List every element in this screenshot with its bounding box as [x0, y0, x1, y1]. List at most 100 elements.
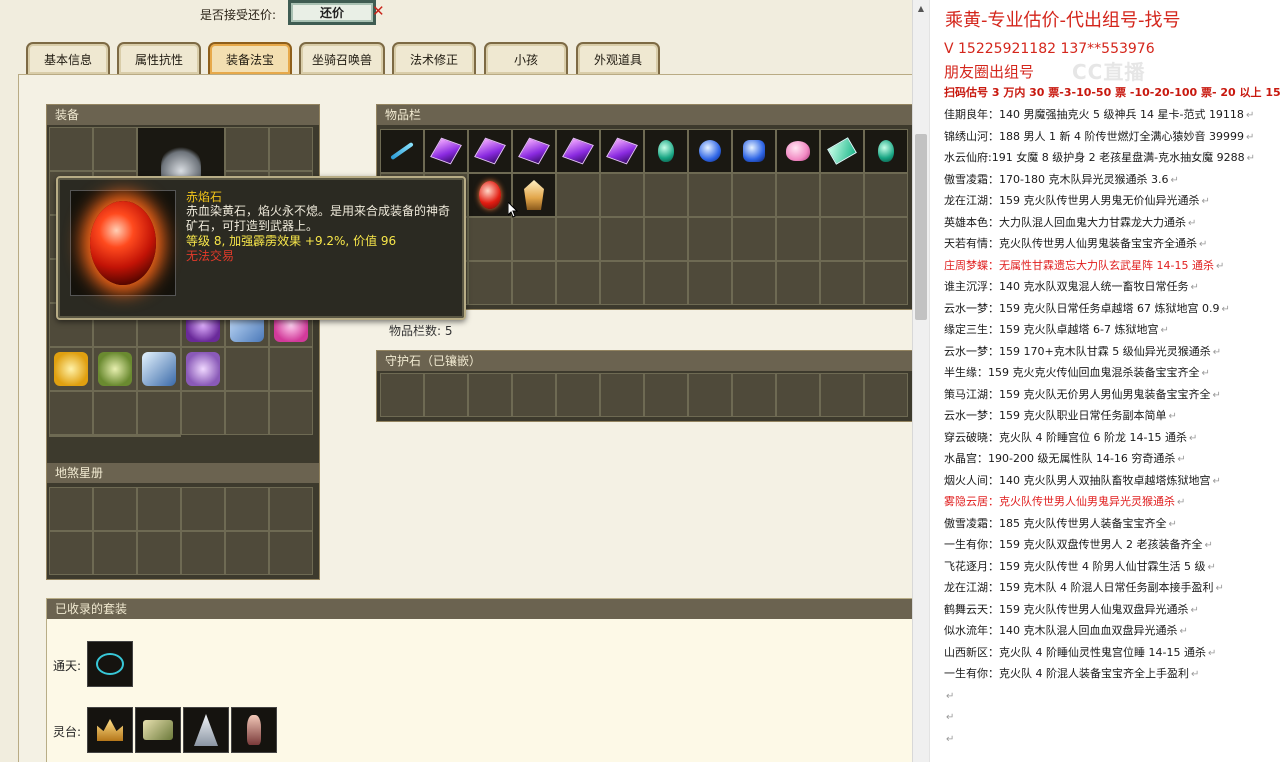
- bag-slot[interactable]: [732, 261, 776, 305]
- equip-slot[interactable]: [181, 391, 225, 435]
- guardian-slot[interactable]: [776, 373, 820, 417]
- bag-slot[interactable]: [776, 261, 820, 305]
- bag-slot[interactable]: [512, 173, 556, 217]
- constellation-slot[interactable]: [137, 531, 181, 575]
- equip-slot[interactable]: [225, 347, 269, 391]
- tab-equipment[interactable]: 装备法宝: [208, 42, 292, 74]
- constellation-slot[interactable]: [181, 487, 225, 531]
- bag-slot[interactable]: [732, 217, 776, 261]
- bag-slot[interactable]: [820, 217, 864, 261]
- bag-slot[interactable]: [380, 129, 424, 173]
- bargain-button[interactable]: 还价: [288, 0, 376, 25]
- tab-spell-correction[interactable]: 法术修正: [392, 42, 476, 74]
- vertical-scrollbar[interactable]: ▲: [912, 0, 929, 762]
- guardian-slot[interactable]: [556, 373, 600, 417]
- equip-slot[interactable]: [93, 347, 137, 391]
- bag-slot[interactable]: [468, 129, 512, 173]
- bag-slot[interactable]: [644, 261, 688, 305]
- guardian-slot[interactable]: [864, 373, 908, 417]
- bag-slot[interactable]: [688, 129, 732, 173]
- equip-slot[interactable]: [93, 127, 137, 171]
- equip-slot[interactable]: [269, 391, 313, 435]
- guardian-slot[interactable]: [688, 373, 732, 417]
- bag-slot[interactable]: [820, 129, 864, 173]
- bag-slot[interactable]: [512, 217, 556, 261]
- close-icon[interactable]: ✕: [372, 2, 385, 20]
- guardian-slot[interactable]: [732, 373, 776, 417]
- bag-slot[interactable]: [600, 129, 644, 173]
- tab-basic-info[interactable]: 基本信息: [26, 42, 110, 74]
- bag-slot[interactable]: [688, 261, 732, 305]
- equip-slot[interactable]: [181, 347, 225, 391]
- figure-icon[interactable]: [231, 707, 277, 753]
- constellation-slot[interactable]: [181, 531, 225, 575]
- bag-slot[interactable]: [732, 173, 776, 217]
- bag-slot[interactable]: [776, 173, 820, 217]
- guardian-slot[interactable]: [380, 373, 424, 417]
- scroll-thumb[interactable]: [915, 134, 927, 320]
- equip-slot[interactable]: [137, 347, 181, 391]
- constellation-slot[interactable]: [49, 487, 93, 531]
- equip-slot[interactable]: [225, 127, 269, 171]
- constellation-slot[interactable]: [93, 531, 137, 575]
- bag-slot[interactable]: [468, 261, 512, 305]
- bag-slot[interactable]: [468, 217, 512, 261]
- equip-slot[interactable]: [269, 347, 313, 391]
- bag-slot[interactable]: [864, 217, 908, 261]
- bag-slot[interactable]: [556, 173, 600, 217]
- bag-slot[interactable]: [468, 173, 512, 217]
- sky-ring-icon[interactable]: [87, 641, 133, 687]
- bag-slot[interactable]: [556, 261, 600, 305]
- crown-icon[interactable]: [87, 707, 133, 753]
- scroll-up-icon[interactable]: ▲: [913, 0, 929, 16]
- tab-attributes[interactable]: 属性抗性: [117, 42, 201, 74]
- equip-slot[interactable]: [93, 391, 137, 435]
- equip-slot[interactable]: [49, 435, 93, 437]
- constellation-slot[interactable]: [49, 531, 93, 575]
- bag-slot[interactable]: [424, 129, 468, 173]
- constellation-slot[interactable]: [225, 487, 269, 531]
- equip-slot[interactable]: [49, 391, 93, 435]
- tab-appearance[interactable]: 外观道具: [576, 42, 660, 74]
- bag-slot[interactable]: [776, 129, 820, 173]
- bag-slot[interactable]: [732, 129, 776, 173]
- robe-icon[interactable]: [183, 707, 229, 753]
- constellation-slot[interactable]: [269, 487, 313, 531]
- constellation-slot[interactable]: [93, 487, 137, 531]
- bag-slot[interactable]: [556, 217, 600, 261]
- equip-slot[interactable]: [93, 435, 137, 437]
- bag-slot[interactable]: [556, 129, 600, 173]
- bag-slot[interactable]: [688, 173, 732, 217]
- bag-slot[interactable]: [600, 217, 644, 261]
- constellation-slot[interactable]: [137, 487, 181, 531]
- bag-slot[interactable]: [512, 261, 556, 305]
- guardian-slot[interactable]: [820, 373, 864, 417]
- guardian-slot[interactable]: [468, 373, 512, 417]
- constellation-slot[interactable]: [225, 531, 269, 575]
- guardian-slot[interactable]: [644, 373, 688, 417]
- equip-slot[interactable]: [269, 127, 313, 171]
- tab-children[interactable]: 小孩: [484, 42, 568, 74]
- constellation-slot[interactable]: [269, 531, 313, 575]
- book-icon[interactable]: [135, 707, 181, 753]
- bag-slot[interactable]: [600, 173, 644, 217]
- guardian-slot[interactable]: [600, 373, 644, 417]
- guardian-slot[interactable]: [424, 373, 468, 417]
- tab-mounts-pets[interactable]: 坐骑召唤兽: [299, 42, 385, 74]
- bag-slot[interactable]: [688, 217, 732, 261]
- bag-slot[interactable]: [512, 129, 556, 173]
- equip-slot[interactable]: [49, 347, 93, 391]
- bag-slot[interactable]: [644, 173, 688, 217]
- bag-slot[interactable]: [864, 173, 908, 217]
- equip-slot[interactable]: [137, 391, 181, 435]
- bag-slot[interactable]: [644, 129, 688, 173]
- equip-slot[interactable]: [225, 391, 269, 435]
- bag-slot[interactable]: [864, 261, 908, 305]
- bag-slot[interactable]: [864, 129, 908, 173]
- equip-slot[interactable]: [137, 435, 181, 437]
- guardian-slot[interactable]: [512, 373, 556, 417]
- equip-slot[interactable]: [49, 127, 93, 171]
- bag-slot[interactable]: [820, 261, 864, 305]
- bag-slot[interactable]: [644, 217, 688, 261]
- bag-slot[interactable]: [820, 173, 864, 217]
